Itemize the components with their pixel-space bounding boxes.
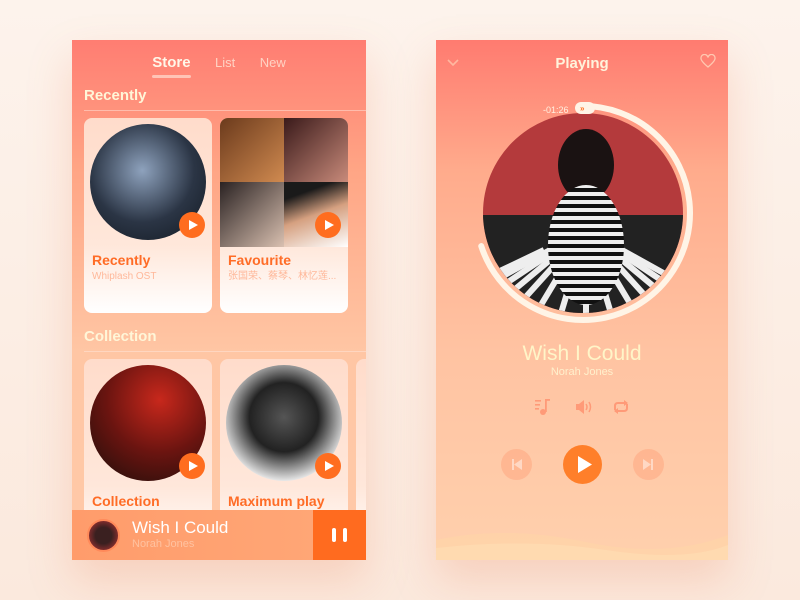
wave-decoration <box>436 532 728 560</box>
tab-bar: Store List New <box>72 54 366 78</box>
playing-screen: Playing » -01:26 Wish I Could Norah Jone… <box>436 40 728 560</box>
artist-photo <box>220 182 284 247</box>
volume-icon[interactable] <box>575 400 593 414</box>
fast-forward-icon: » <box>580 104 585 113</box>
card-subtitle: Whiplash OST <box>92 271 157 282</box>
seek-handle[interactable] <box>575 102 595 114</box>
section-title-recently: Recently <box>84 87 147 104</box>
previous-button[interactable] <box>501 449 532 480</box>
mini-album-art <box>87 519 120 552</box>
song-title: Wish I Could <box>522 342 642 365</box>
playlist-icon[interactable] <box>534 398 552 416</box>
song-artist: Norah Jones <box>550 366 614 378</box>
artist-photo <box>220 118 284 182</box>
card-favourite[interactable]: Favourite 张国荣、蔡琴、林忆莲... <box>220 118 348 313</box>
card-subtitle: 张国荣、蔡琴、林忆莲... <box>228 271 337 282</box>
store-screen: Store List New Recently Recently Whiplas… <box>72 40 366 560</box>
mini-title: Wish I Could <box>132 518 229 537</box>
tab-list[interactable]: List <box>215 55 235 70</box>
card-title: Maximum play <box>228 493 325 509</box>
play-icon[interactable] <box>315 453 341 479</box>
pause-button[interactable] <box>313 510 366 560</box>
tab-new[interactable]: New <box>260 55 286 70</box>
mini-player[interactable]: Wish I Could Norah Jones <box>72 510 366 560</box>
artist-photo <box>284 182 348 247</box>
tab-store[interactable]: Store <box>152 54 191 78</box>
divider <box>84 351 366 352</box>
divider <box>84 110 366 111</box>
card-title: Recently <box>92 252 151 268</box>
card-recently[interactable]: Recently Whiplash OST <box>84 118 212 313</box>
album-art <box>483 113 683 313</box>
play-icon[interactable] <box>315 212 341 238</box>
card-title: Collection <box>92 493 160 509</box>
next-button[interactable] <box>633 449 664 480</box>
artist-photo <box>284 118 348 182</box>
time-remaining: -01:26 <box>543 105 569 115</box>
play-button[interactable] <box>563 445 602 484</box>
section-title-collection: Collection <box>84 328 157 345</box>
progress-ring[interactable]: » <box>436 40 728 340</box>
mini-artist: Norah Jones <box>132 538 195 550</box>
play-icon[interactable] <box>179 453 205 479</box>
play-icon[interactable] <box>179 212 205 238</box>
repeat-icon[interactable] <box>612 400 630 414</box>
card-title: Favourite <box>228 252 292 268</box>
